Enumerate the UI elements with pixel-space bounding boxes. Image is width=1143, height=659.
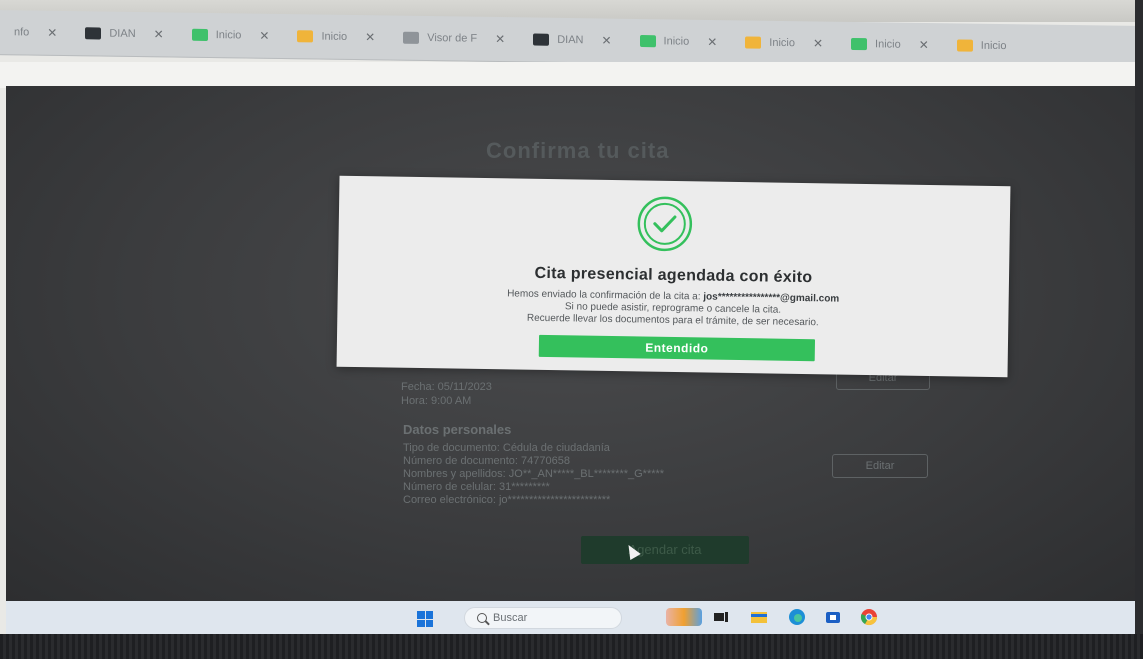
page-favicon-icon [191,28,208,41]
close-icon[interactable]: ✕ [813,36,823,50]
phone-text: Número de celular: 31********* [403,481,550,493]
browser-tab[interactable]: DIAN ✕ [519,24,625,55]
close-icon[interactable]: ✕ [601,33,611,47]
page-favicon-icon [403,31,420,44]
tab-title: Inicio [321,30,348,43]
tab-title: Inicio [769,36,795,50]
browser-tab[interactable]: DIAN ✕ [71,18,177,49]
masked-email: jos****************@gmail.com [703,291,840,305]
close-icon[interactable]: ✕ [919,38,929,52]
page-favicon-icon [745,36,762,49]
taskbar-search[interactable]: Buscar [464,607,622,629]
tab-title: Inicio [875,38,901,51]
widgets-icon[interactable] [666,608,702,626]
edge-icon[interactable] [788,608,806,626]
page-favicon-icon [297,30,314,43]
dian-favicon-icon [85,27,102,40]
browser-tab[interactable]: Inicio ✕ [178,20,284,51]
browser-tab[interactable]: Inicio [943,30,1021,61]
store-icon[interactable] [824,608,842,626]
close-icon[interactable]: ✕ [365,30,375,44]
full-name-text: Nombres y apellidos: JO**_AN*****_BL****… [403,468,665,480]
browser-tab[interactable]: Inicio ✕ [731,27,837,58]
browser-tab[interactable]: Inicio ✕ [283,21,389,52]
tab-title: nfo [14,26,30,39]
close-icon[interactable]: ✕ [47,26,57,40]
understood-button[interactable]: Entendido [538,334,816,362]
document-type-text: Tipo de documento: Cédula de ciudadanía [403,442,610,454]
tab-title: Inicio [980,39,1007,53]
edit-button[interactable]: Editar [832,454,928,478]
page-favicon-icon [956,39,973,52]
task-view-icon[interactable] [712,608,730,626]
taskbar: Buscar [6,601,1135,634]
time-text: Hora: 9:00 AM [401,395,472,407]
browser-tab[interactable]: nfo ✕ [0,17,71,48]
close-icon[interactable]: ✕ [259,29,269,43]
page-favicon-icon [851,37,868,51]
dian-favicon-icon [533,33,550,46]
tab-title: Inicio [215,29,242,42]
section-heading: Datos personales [403,422,512,437]
success-dialog: Cita presencial agendada con éxito Hemos… [336,175,1011,378]
confirm-appointment-button[interactable]: Agendar cita [581,536,749,564]
email-text: Correo electrónico: jo******************… [403,494,611,506]
close-icon[interactable]: ✕ [707,35,717,49]
address-bar-area [0,62,1135,88]
start-icon[interactable] [417,611,433,627]
file-explorer-icon[interactable] [750,608,768,626]
dialog-title: Cita presencial agendada con éxito [534,264,813,287]
search-placeholder: Buscar [493,612,528,624]
browser-tab[interactable]: Inicio ✕ [626,26,732,57]
close-icon[interactable]: ✕ [495,32,505,46]
tab-title: Inicio [663,35,690,48]
search-icon [477,613,487,623]
browser-tab[interactable]: Visor de F ✕ [389,23,519,55]
page-favicon-icon [639,35,656,48]
check-circle-icon [635,194,694,253]
tab-title: DIAN [109,27,136,40]
document-number-text: Número de documento: 74770658 [403,455,570,467]
browser-tab[interactable]: Inicio ✕ [837,29,943,60]
chrome-icon[interactable] [860,608,878,626]
date-text: Fecha: 05/11/2023 [401,381,492,393]
tab-title: Visor de F [427,32,478,45]
tab-title: DIAN [557,33,584,47]
monitor-bottom-edge [0,634,1143,659]
page-title: Confirma tu cita [486,138,670,163]
monitor-right-edge [1135,0,1143,640]
close-icon[interactable]: ✕ [154,27,164,41]
